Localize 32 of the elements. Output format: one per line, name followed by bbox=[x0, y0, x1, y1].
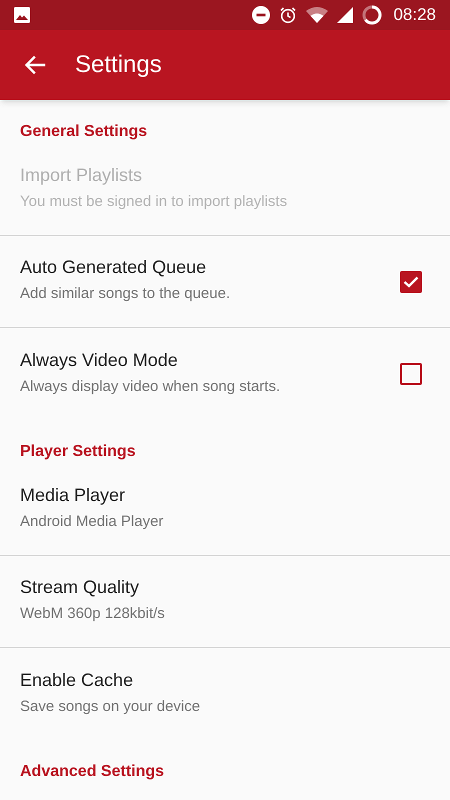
checkbox[interactable] bbox=[400, 270, 422, 292]
settings-item[interactable]: Always Video Mode Always display video when song starts. bbox=[0, 328, 450, 420]
item-summary: Always display video when song starts. bbox=[20, 376, 280, 396]
item-title: Stream Quality bbox=[20, 576, 140, 598]
section-header: General Settings bbox=[20, 122, 148, 142]
settings-item[interactable]: Auto Generated Queue Add similar songs to the queue. bbox=[0, 236, 450, 328]
settings-item[interactable]: Stream Quality WebM 360p 128kbit/s bbox=[0, 556, 450, 648]
item-summary: Save songs on your device bbox=[20, 696, 200, 716]
signal-icon bbox=[337, 7, 354, 23]
item-summary: You must be signed in to import playlists bbox=[20, 192, 288, 211]
section-header: Advanced Settings bbox=[20, 762, 164, 782]
wifi-icon bbox=[306, 7, 328, 23]
do-not-disturb-icon bbox=[252, 6, 270, 24]
item-title: Enable Cache bbox=[20, 668, 134, 690]
item-title: Import Playlists bbox=[20, 164, 142, 186]
screen-title: Settings bbox=[75, 50, 162, 80]
alarm-icon bbox=[279, 6, 298, 24]
back-arrow-icon bbox=[24, 55, 46, 75]
item-summary: WebM 360p 128kbit/s bbox=[20, 604, 165, 623]
item-title: Always Video Mode bbox=[20, 348, 178, 370]
settings-item[interactable]: Media Player Android Media Player bbox=[0, 464, 450, 556]
checkmark-icon bbox=[403, 276, 419, 288]
settings-item[interactable]: Enable Cache Save songs on your device bbox=[0, 648, 450, 740]
item-summary: Android Media Player bbox=[20, 512, 164, 531]
item-summary: Add similar songs to the queue. bbox=[20, 284, 230, 303]
battery-ring-icon bbox=[362, 5, 382, 25]
item-title: Auto Generated Queue bbox=[20, 256, 206, 278]
image-icon bbox=[14, 7, 30, 23]
clock-time: 08:28 bbox=[393, 4, 436, 26]
item-title: Media Player bbox=[20, 484, 126, 506]
checkbox[interactable] bbox=[400, 363, 422, 385]
section-header: Player Settings bbox=[20, 442, 136, 462]
